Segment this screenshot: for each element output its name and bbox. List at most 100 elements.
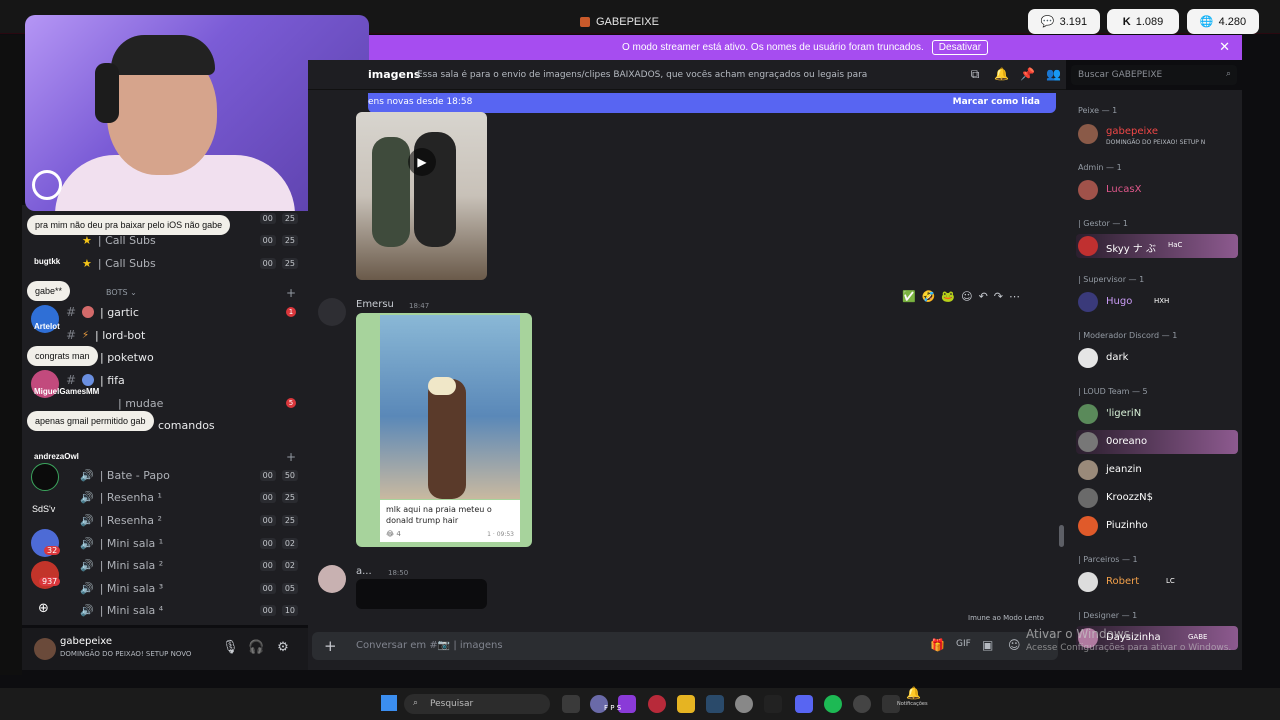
members-icon[interactable]: 👥 [1046,67,1061,81]
play-icon[interactable]: ▶ [408,148,436,176]
voice-channel[interactable]: 🔊 | Mini sala ³ 00 05 [80,578,298,598]
add-channel-icon[interactable]: + [286,450,296,464]
bell-icon[interactable]: 🔔 [906,686,921,700]
voice-channel[interactable]: 🔊 | Resenha ² 00 25 [80,510,298,530]
add-server-icon[interactable]: ⊕ [38,601,49,616]
text-channel[interactable]: # | gartic [66,302,298,322]
forward-icon[interactable]: ↷ [994,290,1003,303]
discord-icon[interactable] [795,695,813,713]
category-header[interactable]: BOTS ⌄ [106,288,137,297]
taskbar-search-input[interactable]: ⌕ Pesquisar [404,694,550,714]
member-item[interactable]: dark [1076,346,1238,370]
new-messages-bar[interactable]: ens novas desde 18:58 Marcar como lida [368,93,1056,113]
pin-icon[interactable]: 📌 [1020,67,1035,81]
hair-shape [428,377,456,395]
avatar [1078,432,1098,452]
member-item[interactable]: Piuzinho [1076,514,1238,538]
sticker-icon[interactable]: ▣ [982,638,993,652]
bell-icon[interactable]: 🔔 [994,67,1009,81]
close-icon[interactable]: ✕ [1219,39,1230,55]
member-name: 'ligeriN [1106,408,1142,419]
gear-icon[interactable]: ⚙ [275,640,291,656]
notifications-label: Notificações [897,701,928,707]
gift-icon[interactable]: 🎁 [930,638,945,652]
mark-as-read-button[interactable]: Marcar como lida [953,97,1040,107]
message-author[interactable]: a... [356,566,372,577]
role-header: | Gestor — 1 [1078,219,1129,228]
gif-icon[interactable]: GIF [956,639,971,649]
text-channel[interactable]: # | poketwo [66,347,298,367]
member-item[interactable]: KroozzN$ [1076,486,1238,510]
task-view-icon[interactable] [562,695,580,713]
app-icon[interactable] [853,695,871,713]
voice-channel[interactable]: 🔊 | Mini sala ⁴ 00 10 [80,600,298,620]
member-item[interactable]: gabepeixe DOMINGÃO DO PEIXAO! SETUP N [1076,122,1238,146]
voice-channel[interactable]: 🔊 | Resenha ¹ 00 25 [80,487,298,507]
threads-icon[interactable]: ⧉ [968,67,982,81]
text-channel[interactable]: # ⚡ | lord-bot [66,325,298,345]
add-channel-icon[interactable]: + [286,286,296,300]
member-item[interactable]: 'ligeriN [1076,402,1238,426]
server-icon[interactable] [31,463,59,491]
avatar[interactable] [318,298,346,326]
voice-channel[interactable]: ★ | Call Subs 00 25 [82,253,298,273]
reply-icon[interactable]: ↶ [979,290,988,303]
channel-header: imagens Essa sala é para o envio de imag… [308,60,1066,90]
file-explorer-icon[interactable] [677,695,695,713]
headphones-icon[interactable]: 🎧 [248,640,264,656]
app-icon[interactable] [648,695,666,713]
avatar[interactable] [318,565,346,593]
app-icon[interactable] [764,695,782,713]
viewers-chip[interactable]: 🌐 4.280 [1187,9,1259,34]
user-limit: 25 [281,234,298,246]
microphone-icon[interactable]: 🎙 [222,640,239,656]
avatar[interactable] [34,638,56,660]
member-name: jeanzin [1106,464,1142,475]
user-count: 00 [259,491,276,503]
add-attachment-icon[interactable]: + [324,637,337,655]
member-item[interactable]: Robert LC [1076,570,1238,594]
channel-topic[interactable]: Essa sala é para o envio de imagens/clip… [417,70,867,80]
chat-scrollbar[interactable] [1059,525,1064,547]
channel-name: | Bate - Papo [99,468,170,482]
overlay-chat-message: gabe** [27,281,71,301]
app-icon[interactable] [735,695,753,713]
search-input[interactable]: Buscar GABEPEIXE ⌕ [1071,65,1237,85]
member-item[interactable]: 0oreano [1076,430,1238,454]
text-channel[interactable]: # | fifa [66,370,298,390]
chip-value: 4.280 [1218,15,1247,28]
voice-channel[interactable]: 🔊 | Mini sala ¹ 00 02 [80,533,298,553]
avatar [1078,404,1098,424]
user-panel: gabepeixe DOMINGÃO DO PEIXAO! SETUP NOVO… [22,628,308,670]
emoji-icon[interactable]: ☺ [1008,638,1021,652]
message-author[interactable]: Emersu [356,299,394,310]
text-channel[interactable]: | mudae [118,393,298,413]
user-count: 00 [259,537,276,549]
check-reaction-icon[interactable]: ✅ [902,290,916,303]
member-item[interactable]: Hugo HXH [1076,290,1238,314]
chat-count-chip[interactable]: 💬 3.191 [1028,9,1100,34]
steam-icon[interactable] [706,695,724,713]
voice-channel[interactable]: 🔊 | Bate - Papo 00 50 [80,465,298,485]
video-attachment[interactable]: ▶ [356,112,487,280]
member-item[interactable]: LucasX [1076,178,1238,202]
member-item[interactable]: Skyy ナ ぶ HaC [1076,234,1238,258]
text-channel[interactable]: comandos [158,415,298,435]
more-icon[interactable]: ⋯ [1009,290,1020,303]
kick-count-chip[interactable]: K 1.089 [1107,9,1179,34]
message-composer[interactable]: + Conversar em #📷 | imagens 🎁 GIF ▣ ☺ [312,632,1058,660]
message-timestamp: 18:47 [409,302,430,310]
role-header: | LOUD Team — 5 [1078,387,1148,396]
laugh-reaction-icon[interactable]: 🤣 [922,290,936,303]
frog-reaction-icon[interactable]: 🐸 [941,290,955,303]
disable-streamer-mode-button[interactable]: Desativar [931,40,989,55]
voice-channel[interactable]: 🔊 | Mini sala ² 00 02 [80,555,298,575]
member-item[interactable]: jeanzin [1076,458,1238,482]
role-header: Peixe — 1 [1078,106,1118,115]
avatar [1078,348,1098,368]
spotify-icon[interactable] [824,695,842,713]
image-attachment[interactable] [356,579,487,609]
add-reaction-icon[interactable]: ☺ [961,290,972,303]
image-attachment[interactable]: mlk aqui na praia meteu o donald trump h… [356,313,532,547]
start-icon[interactable] [381,695,397,711]
